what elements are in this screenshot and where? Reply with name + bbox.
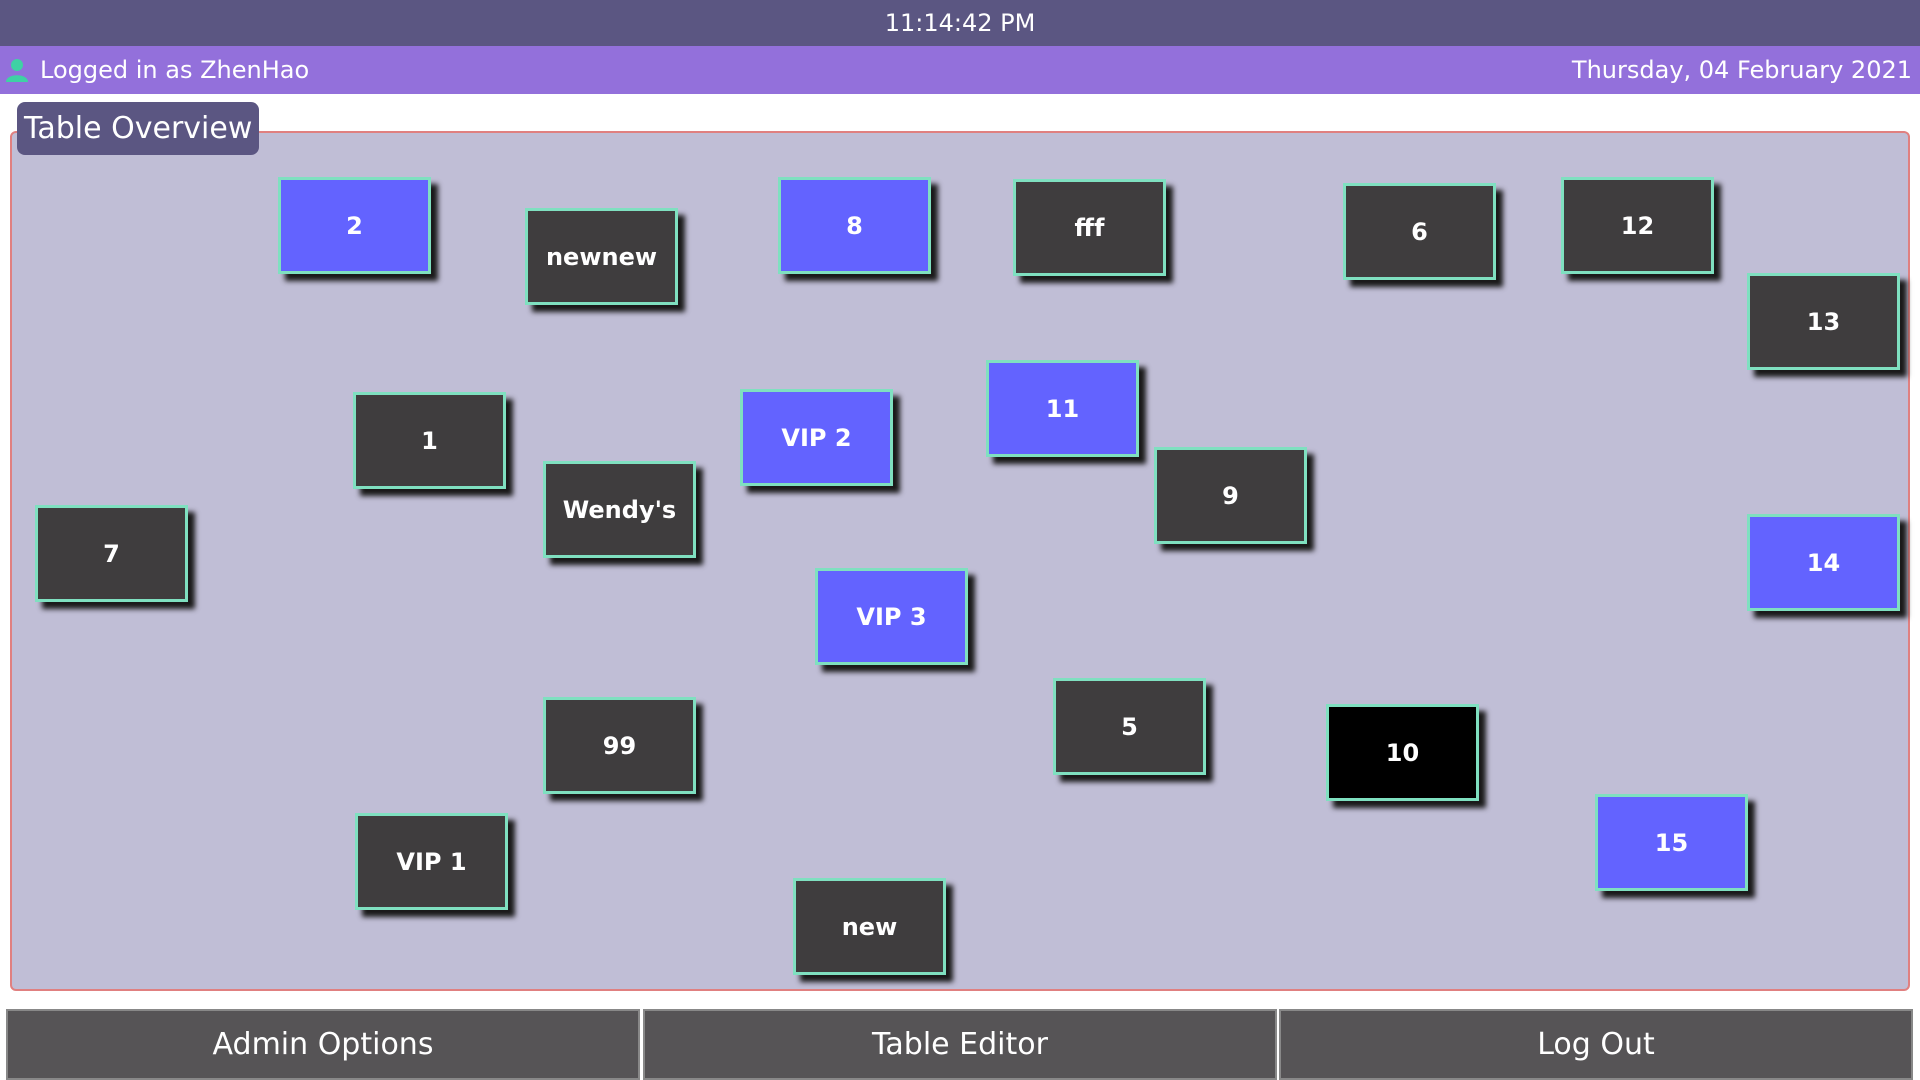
table-tile[interactable]: 11 [986,360,1139,457]
table-label: VIP 3 [856,602,927,631]
table-tile[interactable]: 2 [278,177,431,274]
clock-bar: 11:14:42 PM [0,0,1920,46]
table-label: 5 [1121,712,1138,741]
admin-options-button[interactable]: Admin Options [6,1009,640,1080]
table-tile[interactable]: 9 [1154,447,1307,544]
table-tile[interactable]: 14 [1747,514,1900,611]
table-label: 7 [103,539,120,568]
table-label: fff [1074,213,1105,242]
table-tile[interactable]: 99 [543,697,696,794]
table-label: 13 [1806,307,1841,336]
table-label: 10 [1385,738,1420,767]
user-bar: Logged in as ZhenHao Thursday, 04 Februa… [0,46,1920,94]
table-label: VIP 1 [396,847,467,876]
table-label: newnew [545,242,658,271]
overview-title-text: Table Overview [24,111,253,146]
table-editor-button[interactable]: Table Editor [643,1009,1277,1080]
table-tile[interactable]: newnew [525,208,678,305]
log-out-button[interactable]: Log Out [1279,1009,1913,1080]
table-tile[interactable]: fff [1013,179,1166,276]
table-tile[interactable]: new [793,878,946,975]
table-label: 99 [602,731,637,760]
logged-in-label: Logged in as ZhenHao [40,56,310,84]
table-label: 15 [1654,828,1689,857]
user-icon [2,55,32,85]
table-tile[interactable]: 5 [1053,678,1206,775]
table-overview-title: Table Overview [17,102,260,155]
table-tile[interactable]: Wendy's [543,461,696,558]
table-label: 1 [421,426,438,455]
admin-options-label: Admin Options [212,1027,434,1062]
current-date: Thursday, 04 February 2021 [1571,56,1912,84]
table-label: 14 [1806,548,1841,577]
table-tile[interactable]: 8 [778,177,931,274]
table-tile[interactable]: VIP 2 [740,389,893,486]
table-tile[interactable]: VIP 3 [815,568,968,665]
table-tile[interactable]: 12 [1561,177,1714,274]
table-label: 11 [1045,394,1080,423]
table-label: 12 [1620,211,1655,240]
table-label: 9 [1222,481,1239,510]
table-tile[interactable]: 15 [1595,794,1748,891]
table-overview-panel: 2 newnew 8 fff 6 12 13 1 VIP 2 11 Wendy'… [10,131,1910,991]
table-tile[interactable]: 10 [1326,704,1479,801]
table-tile[interactable]: 13 [1747,273,1900,370]
table-label: Wendy's [562,495,677,524]
table-tile[interactable]: 7 [35,505,188,602]
table-tile[interactable]: 1 [353,392,506,489]
table-editor-label: Table Editor [872,1027,1048,1062]
table-tile[interactable]: VIP 1 [355,813,508,910]
table-label: new [841,912,898,941]
user-info: Logged in as ZhenHao [2,55,309,85]
table-tile[interactable]: 6 [1343,183,1496,280]
clock-time: 11:14:42 PM [884,9,1036,37]
table-label: 8 [846,211,863,240]
table-label: VIP 2 [781,423,852,452]
table-label: 2 [346,211,363,240]
log-out-label: Log Out [1537,1027,1655,1062]
table-label: 6 [1411,217,1428,246]
